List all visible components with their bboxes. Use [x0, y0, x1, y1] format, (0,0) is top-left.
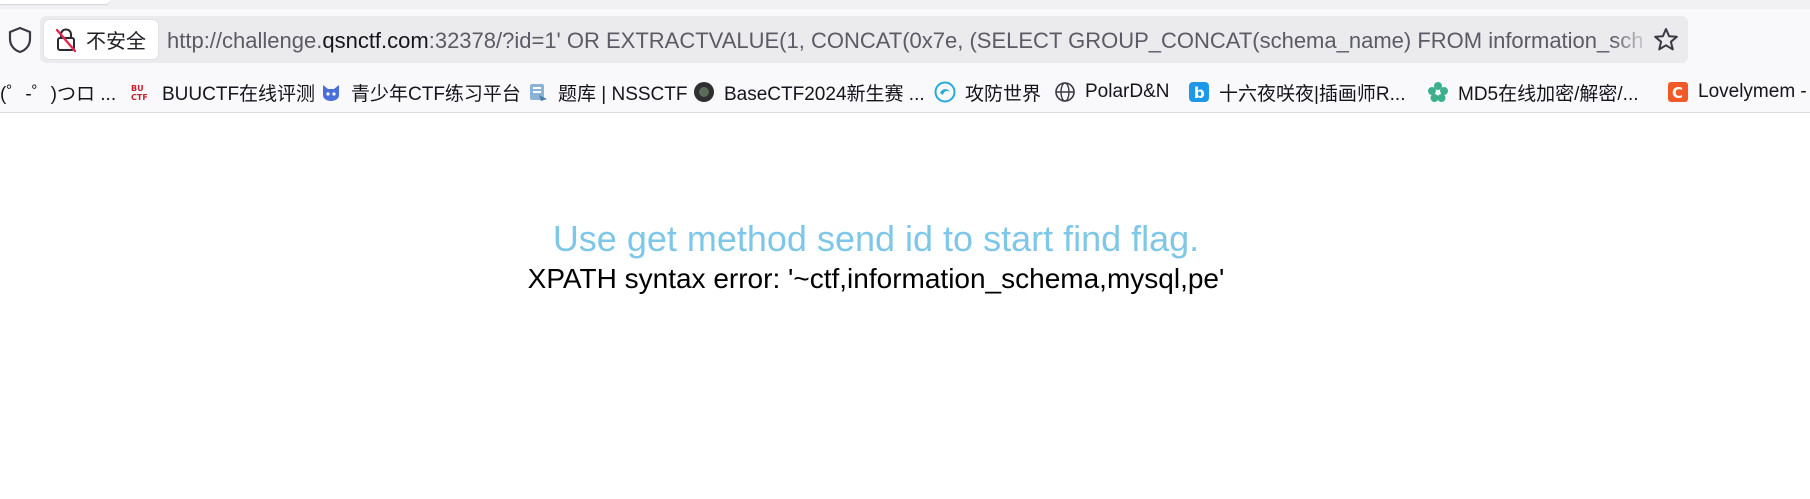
buuctf-icon: BU CTF — [131, 84, 148, 102]
tracking-protection-shield-icon[interactable] — [7, 26, 33, 54]
bookmark-label: PolarD&N — [1085, 81, 1170, 102]
bookmarks-toolbar: (゜-゜)つロ ... BU CTF BUUCTF在线评测 青少年CTF练习平台… — [0, 72, 1810, 113]
bookmark-label: 十六夜咲夜|插画师R... — [1219, 83, 1406, 105]
svg-text:BU: BU — [131, 84, 144, 93]
tab-strip — [0, 0, 1810, 9]
bookmark-buuctf[interactable]: BU CTF BUUCTF在线评测 — [131, 72, 315, 112]
globe-icon — [1055, 82, 1075, 102]
bookmark-lovelymem[interactable]: C Lovelymem - — [1667, 72, 1807, 112]
insecure-lock-icon — [55, 27, 77, 52]
url-prefix: http://challenge. — [167, 28, 323, 53]
url-domain: qsnctf.com — [322, 28, 429, 53]
url-path: :32378/?id=1' OR EXTRACTVALUE(1, CONCAT(… — [428, 28, 1642, 53]
bilibili-icon: b — [1189, 82, 1209, 102]
c-icon: C — [1668, 82, 1688, 102]
url-field[interactable]: http://challenge.qsnctf.com:32378/?id=1'… — [167, 26, 1642, 56]
active-tab-edge[interactable] — [0, 0, 110, 4]
bookmark-star-icon[interactable] — [1652, 26, 1680, 54]
page-content: Use get method send id to start find fla… — [0, 113, 1810, 499]
bookmark-label: 青少年CTF练习平台 — [351, 83, 521, 105]
site-security-indicator[interactable]: 不安全 — [44, 20, 158, 59]
url-overflow-fade — [1612, 22, 1652, 58]
xpath-error-message: XPATH syntax error: '~ctf,information_sc… — [527, 263, 1225, 294]
bookmark-adworld[interactable]: 攻防世界 — [934, 72, 1041, 112]
bookmark-label: (゜-゜)つロ ... — [0, 83, 117, 105]
bookmark-label: 题库 | NSSCTF — [558, 83, 688, 105]
bookmark-md5[interactable]: MD5在线加密/解密/... — [1427, 72, 1639, 112]
bookmark-label: Lovelymem - — [1698, 81, 1807, 102]
bookmark-label: 攻防世界 — [965, 83, 1042, 105]
svg-text:C: C — [1672, 84, 1683, 102]
svg-text:b: b — [1194, 84, 1205, 102]
bookmark-label: MD5在线加密/解密/... — [1458, 83, 1639, 105]
adworld-icon — [934, 81, 956, 103]
page-headline: Use get method send id to start find fla… — [552, 218, 1200, 259]
svg-text:CTF: CTF — [131, 93, 148, 102]
bookmark-basectf[interactable]: BaseCTF2024新生赛 ... — [693, 72, 925, 112]
bookmark-emoticon[interactable]: (゜-゜)つロ ... — [0, 72, 116, 112]
cat-icon — [323, 85, 339, 101]
nssctf-icon — [530, 84, 547, 101]
bookmark-label: BaseCTF2024新生赛 ... — [724, 83, 925, 105]
bookmark-nssctf[interactable]: 题库 | NSSCTF — [527, 72, 688, 112]
flower-icon — [1428, 82, 1448, 102]
insecure-label: 不安全 — [86, 29, 146, 53]
bookmark-sakuya[interactable]: b 十六夜咲夜|插画师R... — [1188, 72, 1406, 112]
basectf-icon — [694, 82, 714, 102]
bookmark-label: BUUCTF在线评测 — [162, 83, 316, 105]
bookmark-polardn[interactable]: PolarD&N — [1054, 72, 1169, 112]
bookmark-qingshaonian-ctf[interactable]: 青少年CTF练习平台 — [320, 72, 521, 112]
